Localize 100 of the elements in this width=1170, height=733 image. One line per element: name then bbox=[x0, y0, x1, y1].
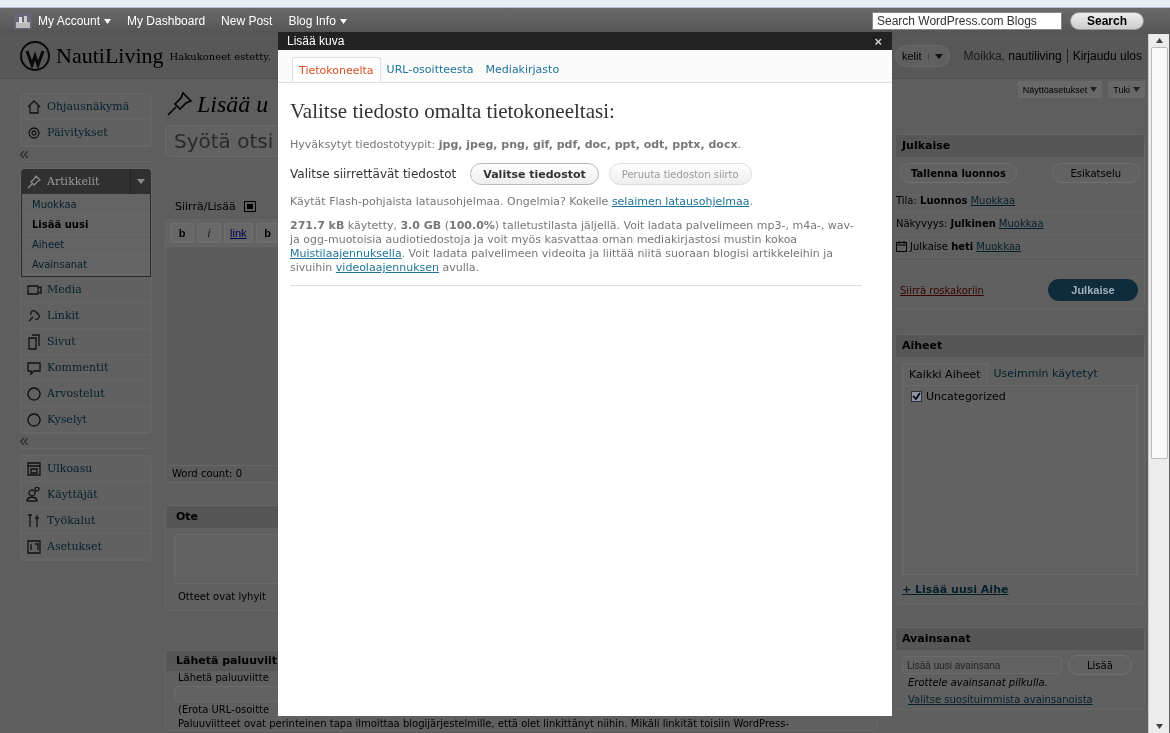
pushpin-icon bbox=[26, 173, 42, 190]
search-button[interactable]: Search bbox=[1069, 12, 1144, 30]
menu-item[interactable]: Linkit bbox=[47, 309, 80, 322]
panel-title: Julkaise bbox=[896, 135, 1144, 157]
gear-icon bbox=[26, 124, 42, 141]
favorites-dropdown[interactable]: kelit bbox=[895, 45, 950, 67]
menu-item[interactable]: Asetukset bbox=[47, 540, 102, 553]
menu-item[interactable]: Ohjausnäkymä bbox=[47, 100, 130, 113]
collapse-arrow-icon[interactable] bbox=[20, 437, 28, 445]
calendar-icon bbox=[896, 240, 907, 252]
select-files-label: Valitse siirrettävät tiedostot bbox=[290, 167, 457, 181]
panel-title: Avainsanat bbox=[896, 628, 1144, 650]
menu-item[interactable]: Käyttäjät bbox=[47, 488, 98, 501]
toolbar-button[interactable]: b bbox=[170, 223, 194, 243]
browser-uploader-link[interactable]: selaimen latausohjelmaa bbox=[611, 195, 750, 208]
flash-uploader-note: Käytät Flash-pohjaista latausohjelmaa. Ongelmia? Kokeile selaimen latausohjelmaa. bbox=[290, 195, 754, 209]
site-title[interactable]: NautiLiving bbox=[56, 43, 164, 69]
scroll-down-icon[interactable] bbox=[1155, 724, 1163, 729]
save-draft-button[interactable]: Tallenna luonnos bbox=[900, 163, 1017, 183]
speech-bubble-icon bbox=[26, 359, 42, 376]
menu-item[interactable]: Ulkoasu bbox=[47, 462, 93, 475]
search-field[interactable]: Search WordPress.com Blogs bbox=[871, 12, 1062, 30]
caret-icon[interactable] bbox=[339, 18, 347, 24]
submenu-item[interactable]: Aiheet bbox=[22, 235, 150, 255]
wordpress-logo-icon[interactable] bbox=[20, 41, 50, 71]
submenu-item[interactable]: Muokkaa bbox=[22, 195, 150, 215]
trash-link[interactable]: Siirrä roskakoriin bbox=[900, 284, 984, 296]
upgrade-link[interactable]: videolaajennuksen bbox=[335, 261, 439, 274]
menu-item[interactable]: Artikkelit bbox=[21, 169, 151, 194]
trackbacks-note: (Erota URL-osoitte bbox=[177, 703, 271, 717]
submenu-item[interactable]: Lisää uusi bbox=[22, 215, 150, 235]
category-tab[interactable]: Useimmin käytetyt bbox=[987, 363, 1104, 385]
category-label: Uncategorized bbox=[926, 390, 1006, 403]
menu-item[interactable]: Kyselyt bbox=[47, 413, 88, 426]
caret-icon[interactable] bbox=[1133, 87, 1140, 92]
scroll-thumb[interactable] bbox=[1150, 47, 1168, 459]
caret-icon[interactable] bbox=[1090, 87, 1098, 92]
tag-hint: Erottele avainsanat pilkulla. bbox=[907, 676, 1049, 689]
edit-link[interactable]: Muokkaa bbox=[998, 217, 1044, 229]
allowed-types-text: Hyväksytyt tiedostotyypit: jpg, jpeg, png, gif, pdf, doc, ppt, odt, pptx, docx. bbox=[290, 138, 742, 151]
scroll-up-icon[interactable] bbox=[1155, 38, 1163, 43]
trackbacks-label: Lähetä paluuviitte bbox=[177, 671, 270, 685]
upgrade-link[interactable]: Muistilaajennuksella bbox=[290, 247, 402, 260]
preview-button[interactable]: Esikatselu bbox=[1051, 163, 1140, 183]
word-count: Word count: 0 bbox=[171, 467, 243, 481]
dialog-title: Lisää kuva bbox=[287, 34, 345, 48]
toolbar-button[interactable]: b bbox=[255, 223, 280, 243]
window-icon bbox=[26, 460, 42, 477]
category-tab[interactable]: Kaikki Aiheet bbox=[902, 363, 988, 385]
dialog-tab[interactable]: Mediakirjasto bbox=[479, 57, 566, 82]
admin-menu-item[interactable]: My Account bbox=[38, 14, 101, 28]
menu-item[interactable]: Kommentit bbox=[47, 361, 109, 374]
chain-icon bbox=[26, 307, 42, 324]
site-tagline: Hakukoneet estetty. bbox=[169, 50, 271, 62]
toolbar-button[interactable]: link bbox=[224, 223, 253, 243]
menu-item[interactable]: Media bbox=[47, 283, 82, 296]
checkbox[interactable] bbox=[911, 391, 922, 402]
panel-title: Aiheet bbox=[896, 335, 1144, 357]
submenu-item[interactable]: Avainsanat bbox=[22, 255, 150, 275]
page-title: Lisää u bbox=[197, 90, 269, 118]
menu-item[interactable]: Arvostelut bbox=[47, 387, 105, 400]
select-files-button[interactable]: Valitse tiedostot bbox=[470, 163, 599, 185]
popular-tags-link[interactable]: Valitse suosituimmista avainsanoista bbox=[896, 689, 1144, 709]
admin-menu-item[interactable]: My Dashboard bbox=[127, 14, 206, 28]
house-icon bbox=[26, 98, 42, 115]
caret-icon[interactable] bbox=[927, 53, 943, 59]
admin-menu-item[interactable]: Blog Info bbox=[288, 14, 336, 28]
collapse-arrow-icon[interactable] bbox=[20, 150, 28, 158]
toolbar-button[interactable]: i bbox=[197, 223, 221, 243]
avatar-icon[interactable] bbox=[14, 13, 32, 29]
close-button[interactable]: × bbox=[864, 33, 892, 49]
excerpt-note: Otteet ovat lyhyit bbox=[177, 590, 268, 604]
pushpin-icon bbox=[165, 91, 193, 117]
publish-setting: Tila: Luonnos bbox=[896, 194, 968, 206]
add-category-link[interactable]: + Lisää uusi Aihe bbox=[902, 583, 1138, 596]
dialog-tab[interactable]: URL-osoitteesta bbox=[380, 57, 480, 82]
caret-icon[interactable] bbox=[104, 18, 112, 24]
menu-item[interactable]: Päivitykset bbox=[47, 126, 108, 139]
panel-icon bbox=[26, 538, 42, 555]
storage-note: 271.7 kB käytetty, 3.0 GB (100.0%) talletustilasta jäljellä. Voit ladata palvelimeen mp3-, m4a-, wav- ja ogg-muotoisia audiotiedostoja ja voit myös kasvattaa oman mediakirjastosi mustin kokoa Muistilaajennuksella. Voit ladata palvelimeen videoita ja liittää niitä suoraan blogisi artikkeleihin ja sivuihin videolaajennuksen avulla. bbox=[290, 219, 855, 275]
screen-tab[interactable]: Tuki bbox=[1108, 81, 1145, 98]
dialog-heading: Valitse tiedosto omalta tietokoneeltasi: bbox=[290, 99, 616, 124]
publish-setting: Näkyvyys: Julkinen bbox=[896, 217, 996, 229]
admin-menu-item[interactable]: New Post bbox=[221, 14, 273, 28]
dialog-tab[interactable]: Tietokoneelta bbox=[292, 57, 381, 82]
screen-tab[interactable]: Näyttöasetukset bbox=[1017, 81, 1103, 98]
publish-setting: Julkaise heti bbox=[910, 240, 974, 252]
menu-item[interactable]: Sivut bbox=[47, 335, 76, 348]
menu-item[interactable]: Työkalut bbox=[47, 514, 96, 527]
tag-field[interactable]: Lisää uusi avainsana bbox=[902, 656, 1062, 674]
greeting-text: Moikka, nautiliving bbox=[963, 49, 1062, 63]
publish-button[interactable]: Julkaise bbox=[1048, 279, 1138, 301]
add-tag-button[interactable]: Lisää bbox=[1068, 655, 1132, 675]
menu-label: Artikkelit bbox=[47, 175, 101, 188]
image-icon[interactable] bbox=[243, 200, 256, 212]
edit-link[interactable]: Muokkaa bbox=[976, 240, 1021, 252]
scrollbar[interactable] bbox=[1148, 34, 1169, 733]
edit-link[interactable]: Muokkaa bbox=[970, 194, 1016, 206]
logout-link[interactable]: Kirjaudu ulos bbox=[1066, 49, 1142, 63]
people-icon bbox=[26, 486, 42, 503]
